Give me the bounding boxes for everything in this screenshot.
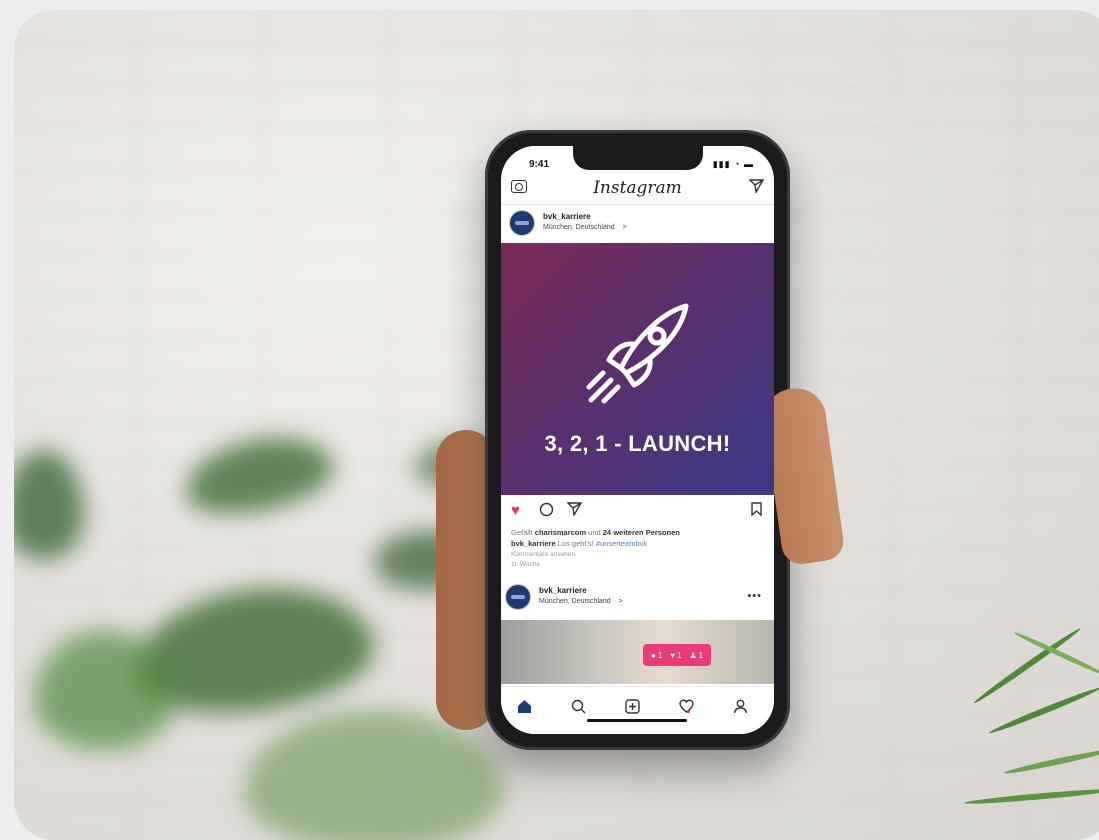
caption-user[interactable]: bvk_karriere bbox=[511, 539, 556, 548]
activity-heart-icon[interactable] bbox=[679, 699, 694, 717]
post-image-text: 3, 2, 1 - LAUNCH! bbox=[544, 431, 731, 456]
status-time: 9:41 bbox=[529, 159, 550, 170]
second-post-image[interactable] bbox=[501, 620, 774, 684]
likes-line: Gefällt charismarcom und 24 weiteren Per… bbox=[511, 528, 680, 537]
post-location-text: München, Deutschland bbox=[539, 598, 611, 605]
likes-prefix: Gefällt bbox=[511, 528, 533, 537]
share-icon[interactable] bbox=[566, 502, 583, 520]
notif-followers-count: 1 bbox=[698, 650, 704, 660]
profile-icon[interactable] bbox=[733, 699, 748, 718]
post-location[interactable]: München, Deutschland > bbox=[543, 224, 627, 231]
likes-mid: und bbox=[588, 528, 601, 537]
heart-icon: ♥ bbox=[670, 650, 676, 660]
status-icons: ▮▮▮ ◔ ▬ bbox=[712, 159, 754, 169]
bottom-tab-bar bbox=[501, 686, 774, 734]
avatar[interactable] bbox=[505, 584, 531, 610]
location-arrow-icon: > bbox=[622, 224, 627, 231]
instagram-logo: Instagram bbox=[593, 178, 682, 198]
post-header: bvk_karriere München, Deutschland > bbox=[501, 206, 774, 242]
home-indicator bbox=[587, 719, 687, 722]
notif-likes: ♥ 1 bbox=[670, 651, 681, 660]
notification-dot bbox=[687, 710, 690, 713]
post-location[interactable]: München, Deutschland > bbox=[539, 598, 623, 605]
post-image[interactable]: 3, 2, 1 - LAUNCH! bbox=[501, 243, 774, 495]
person-icon: ♟ bbox=[689, 650, 697, 660]
caption-text: Los geht's! bbox=[557, 539, 594, 548]
post-actions: ♥ bbox=[501, 500, 774, 524]
direct-message-icon[interactable] bbox=[748, 179, 765, 197]
more-options-icon[interactable]: ••• bbox=[747, 590, 762, 602]
activity-notification[interactable]: ● 1 ♥ 1 ♟ 1 bbox=[643, 644, 712, 666]
speech-bubble-icon: ● bbox=[651, 650, 656, 660]
post-timestamp: 1t. Woche bbox=[511, 561, 541, 568]
comment-icon[interactable] bbox=[539, 502, 554, 521]
phone-screen: 9:41 ▮▮▮ ◔ ▬ Instagram bvk_karriere Münc… bbox=[501, 146, 774, 734]
notif-followers: ♟ 1 bbox=[690, 651, 704, 660]
avatar[interactable] bbox=[509, 210, 535, 236]
post-username[interactable]: bvk_karriere bbox=[539, 586, 587, 595]
notif-comments-count: 1 bbox=[657, 650, 663, 660]
like-heart-icon[interactable]: ♥ bbox=[511, 502, 520, 519]
second-post-header: bvk_karriere München, Deutschland > ••• bbox=[501, 578, 774, 614]
post-username[interactable]: bvk_karriere bbox=[543, 212, 591, 221]
notif-likes-count: 1 bbox=[677, 650, 682, 660]
home-icon[interactable] bbox=[517, 699, 532, 718]
add-post-icon[interactable] bbox=[625, 699, 640, 718]
post-location-text: München, Deutschland bbox=[543, 224, 615, 231]
likes-user[interactable]: charismarcom bbox=[535, 528, 586, 537]
phone-notch bbox=[573, 146, 703, 170]
location-arrow-icon: > bbox=[618, 598, 623, 605]
caption-hashtag[interactable]: #unserteambvk bbox=[596, 539, 647, 548]
likes-rest[interactable]: 24 weiteren Personen bbox=[603, 528, 680, 537]
notif-comments: ● 1 bbox=[651, 651, 662, 660]
post-caption: bvk_karriere Los geht's! #unserteambvk bbox=[511, 539, 647, 548]
bookmark-icon[interactable] bbox=[751, 502, 762, 520]
search-icon[interactable] bbox=[571, 699, 586, 718]
view-comments[interactable]: Kommentare ansehen bbox=[511, 551, 575, 558]
rocket-icon bbox=[586, 303, 689, 404]
instagram-header: Instagram bbox=[501, 174, 774, 205]
